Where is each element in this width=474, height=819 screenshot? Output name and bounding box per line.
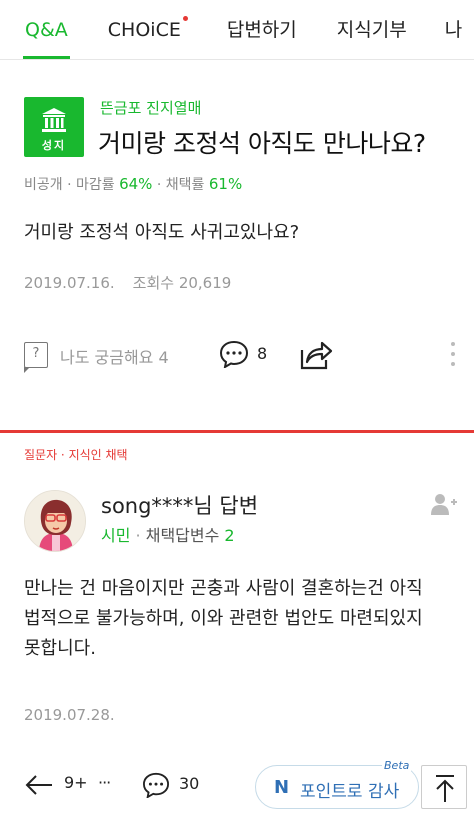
point-thanks-label: 포인트로 감사 <box>300 782 400 802</box>
section-divider <box>0 430 474 433</box>
sanctuary-badge[interactable]: 성지 <box>24 97 84 157</box>
tab-qna[interactable]: Q&A <box>23 0 70 59</box>
tab-label: Q&A <box>25 19 68 41</box>
adopt-rate-label: 채택률 <box>165 177 205 193</box>
new-dot-icon <box>182 16 188 21</box>
question-body: 거미랑 조정석 아직도 사귀고있나요? <box>24 222 300 243</box>
adopted-answers-count: 2 <box>224 526 235 545</box>
comment-icon[interactable] <box>219 340 249 368</box>
question-date: 2019.07.16. <box>24 274 115 292</box>
question-title: 거미랑 조정석 아직도 만나나요? <box>98 129 426 158</box>
avatar[interactable] <box>24 490 86 552</box>
view-count: 조회수 20,619 <box>132 274 232 292</box>
question-category-link[interactable]: 뜬금포 진지열매 <box>100 97 201 118</box>
curious-button[interactable]: 나도 궁금해요 4 <box>60 344 169 368</box>
nav-count[interactable]: 9+ <box>64 773 88 792</box>
more-options-icon[interactable] <box>448 342 458 370</box>
arrow-up-icon <box>436 775 454 802</box>
add-friend-icon[interactable] <box>430 492 458 516</box>
answer-comment-count[interactable]: 30 <box>179 774 199 793</box>
avatar-illustration <box>25 491 85 551</box>
bottom-toolbar: 9+ ··· 30 N 포인트로 감사 Beta <box>0 759 474 819</box>
author-rank[interactable]: 시민 <box>101 526 130 545</box>
tab-label: 답변하기 <box>226 19 297 41</box>
comment-count[interactable]: 8 <box>257 344 267 363</box>
adopted-answers-label: 채택답변수 <box>145 526 220 545</box>
beta-label: Beta <box>382 759 412 772</box>
tab-choice[interactable]: CHOiCE <box>107 0 188 59</box>
naver-pay-icon: N <box>274 777 290 798</box>
tab-donate[interactable]: 지식기부 <box>337 0 407 59</box>
question-meta: 비공개 · 마감률 64% · 채택률 61% <box>24 175 243 193</box>
close-rate-value: 64% <box>119 175 153 193</box>
more-menu-button[interactable]: ··· <box>98 773 111 792</box>
comment-icon[interactable] <box>142 772 170 798</box>
top-tab-bar: Q&A CHOiCE 답변하기 지식기부 나 <box>0 0 474 60</box>
answer-body: 만나는 건 마음이지만 곤충과 사람이 결혼하는건 아직 법적으로 불가능하며,… <box>24 578 423 659</box>
pillar-icon <box>42 108 66 132</box>
share-icon[interactable] <box>299 338 333 370</box>
scroll-top-button[interactable] <box>421 765 467 809</box>
answer-author[interactable]: song****님 답변 <box>101 490 258 520</box>
tab-label: CHOiCE <box>107 19 181 41</box>
question-info: 2019.07.16. 조회수 20,619 <box>24 272 231 293</box>
badge-label: 성지 <box>41 139 67 152</box>
adopt-rate-value: 61% <box>208 175 243 193</box>
tab-label: 나 <box>444 19 463 41</box>
answer-date: 2019.07.28. <box>24 706 115 724</box>
tab-answer[interactable]: 답변하기 <box>227 0 297 59</box>
question-action-row: ? 나도 궁금해요 4 8 <box>0 338 474 378</box>
answer-author-info: 시민 · 채택답변수 2 <box>101 526 235 545</box>
tab-label: 지식기부 <box>336 19 407 41</box>
back-arrow-icon[interactable] <box>24 770 54 800</box>
tab-me[interactable]: 나 <box>445 0 462 59</box>
curious-icon[interactable]: ? <box>24 342 48 373</box>
asker-adopted-badge: 질문자 · 지식인 채택 <box>24 448 128 462</box>
close-rate-label: 마감률 <box>76 177 115 193</box>
visibility-label: 비공개 <box>24 177 63 193</box>
